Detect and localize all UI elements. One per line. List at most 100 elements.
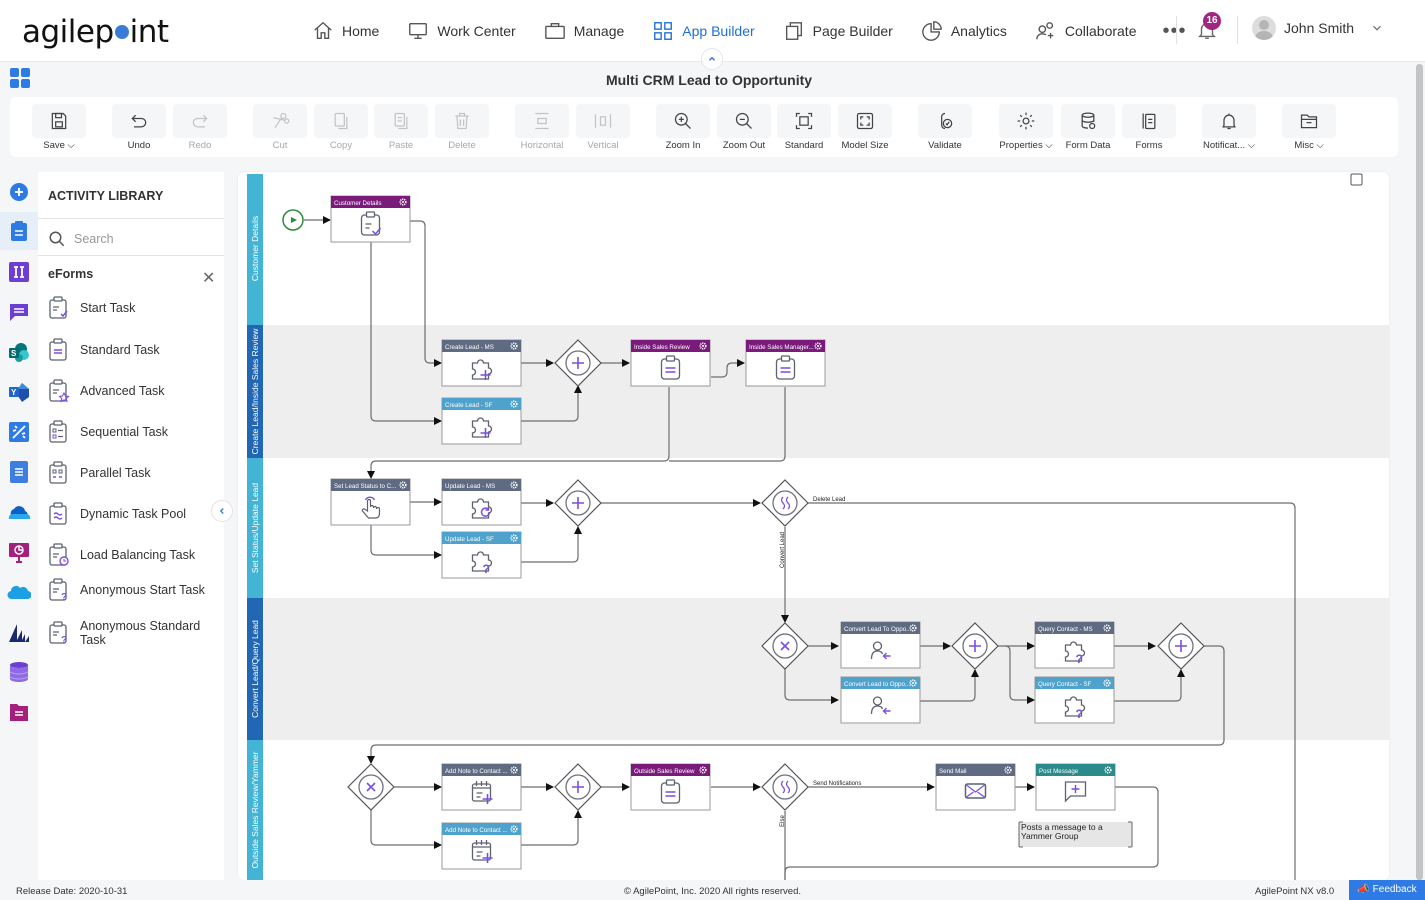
- activity-update-lead-ms[interactable]: Update Lead - MS: [441, 478, 522, 526]
- redo-button[interactable]: Redo: [172, 104, 228, 151]
- search-input[interactable]: Search: [74, 232, 114, 246]
- horizontal-button[interactable]: Horizontal: [514, 104, 570, 151]
- activity-add-note-sf[interactable]: Add Note to Contact ...: [441, 822, 522, 870]
- nav-app-builder[interactable]: App Builder: [652, 20, 755, 42]
- cut-button[interactable]: Cut: [252, 104, 308, 151]
- nav-collaborate[interactable]: Collaborate: [1035, 20, 1136, 42]
- rail-tools[interactable]: [7, 420, 31, 444]
- validate-button[interactable]: Validate: [917, 104, 973, 151]
- chevron-left-icon: [219, 508, 224, 514]
- forms-button[interactable]: Forms: [1121, 104, 1177, 151]
- rail-analytics[interactable]: [7, 540, 31, 564]
- vertical-button[interactable]: Vertical: [575, 104, 631, 151]
- close-category-icon[interactable]: ✕: [202, 268, 215, 288]
- rail-forms[interactable]: [7, 260, 31, 284]
- rail-yammer[interactable]: Y: [7, 380, 31, 404]
- rail-chat[interactable]: [7, 300, 31, 324]
- bell-icon: [1222, 113, 1236, 130]
- activity-set-lead-status[interactable]: Set Lead Status to C...: [330, 478, 411, 526]
- undo-button[interactable]: Undo: [111, 104, 167, 151]
- rail-add[interactable]: [7, 180, 31, 204]
- collapse-header-button[interactable]: [701, 48, 723, 70]
- home-icon: [314, 21, 332, 40]
- nav-page-builder[interactable]: Page Builder: [783, 20, 893, 42]
- model-size-button[interactable]: Model Size: [837, 104, 893, 151]
- misc-button[interactable]: Misc ⌵: [1281, 104, 1337, 151]
- activity-category-rail: S Y: [0, 170, 38, 880]
- activity-inside-sales-manager[interactable]: Inside Sales Manager...: [745, 339, 826, 387]
- library-item-load-balancing-task[interactable]: Load Balancing Task: [48, 543, 218, 567]
- properties-button[interactable]: Properties ⌵: [998, 104, 1054, 151]
- zoom-in-button[interactable]: Zoom In: [655, 104, 711, 151]
- activity-create-lead-sf[interactable]: Create Lead - SF: [441, 397, 522, 445]
- nav-work-center[interactable]: Work Center: [407, 20, 516, 42]
- activity-title: Update Lead - SF: [445, 536, 494, 543]
- agilepoint-logo[interactable]: agilep int: [22, 14, 169, 50]
- library-item-dynamic-task-pool[interactable]: Dynamic Task Pool: [48, 502, 218, 526]
- vertical-scrollbar[interactable]: [1416, 64, 1423, 880]
- activity-post-message[interactable]: Post Message: [1035, 763, 1116, 811]
- annotation[interactable]: Posts a message to aYammer Group: [1018, 821, 1133, 848]
- rail-documents[interactable]: [7, 700, 31, 724]
- select-all-checkbox[interactable]: [1350, 173, 1363, 186]
- form-data-button[interactable]: Form Data: [1060, 104, 1116, 151]
- rail-database[interactable]: [7, 660, 31, 684]
- process-canvas[interactable]: Customer Details Create Lead/Inside Sales…: [238, 172, 1389, 880]
- activity-query-contact-ms[interactable]: Query Contact - MS?: [1034, 621, 1115, 669]
- onedrive-cloud-icon: [8, 506, 31, 519]
- search-icon: [49, 231, 65, 247]
- activity-convert-lead-sf[interactable]: Convert Lead to Oppo...: [840, 676, 921, 724]
- model-size-label: Model Size: [841, 140, 889, 151]
- database-stack-icon: [9, 662, 29, 682]
- library-item-standard-task[interactable]: Standard Task: [48, 338, 218, 362]
- rail-salesforce[interactable]: [7, 580, 31, 604]
- main-nav: Home Work Center Manage App Builder Page…: [312, 0, 1187, 62]
- collapse-library-button[interactable]: [211, 500, 233, 522]
- user-menu[interactable]: John Smith: [1252, 16, 1384, 40]
- rail-sharepoint[interactable]: S: [7, 340, 31, 364]
- activity-inside-sales-review[interactable]: Inside Sales Review: [630, 339, 711, 387]
- rail-google-docs[interactable]: [7, 460, 31, 484]
- rail-onedrive[interactable]: [7, 500, 31, 524]
- nav-manage[interactable]: Manage: [544, 20, 624, 42]
- feedback-button[interactable]: 📣 Feedback: [1349, 880, 1425, 900]
- save-button[interactable]: Save ⌵: [31, 104, 87, 151]
- library-item-anonymous-standard-task[interactable]: ? Anonymous Standard Task: [48, 619, 218, 647]
- nav-analytics[interactable]: Analytics: [921, 20, 1007, 42]
- library-item-sequential-task[interactable]: Sequential Task: [48, 420, 218, 444]
- library-item-parallel-task[interactable]: Parallel Task: [48, 461, 218, 485]
- notifications-button[interactable]: Notificat... ⌵: [1201, 104, 1257, 151]
- cut-label: Cut: [272, 140, 288, 151]
- process-diagram[interactable]: Customer Details Create Lead/Inside Sales…: [238, 172, 1389, 880]
- copy-button[interactable]: Copy: [313, 104, 369, 151]
- activity-customer-details[interactable]: Customer Details: [330, 195, 411, 243]
- library-item-start-task[interactable]: Start Task: [48, 296, 218, 320]
- activity-query-contact-sf[interactable]: Query Contact - SF?: [1034, 676, 1115, 724]
- anonymous-start-task-icon: ?: [49, 578, 67, 602]
- rail-dynamics[interactable]: [7, 620, 31, 644]
- activity-outside-sales-review[interactable]: Outside Sales Review: [630, 763, 711, 811]
- paste-button[interactable]: Paste: [373, 104, 429, 151]
- activity-create-lead-ms[interactable]: Create Lead - MS: [441, 339, 522, 387]
- delete-label: Delete: [448, 140, 476, 151]
- connector-label: Convert Lead: [780, 532, 786, 568]
- standard-button[interactable]: Standard: [776, 104, 832, 151]
- activity-add-note-ms[interactable]: Add Note to Contact ...: [441, 763, 522, 811]
- library-item-advanced-task[interactable]: Advanced Task: [48, 379, 218, 403]
- library-item-anonymous-start-task[interactable]: ? Anonymous Start Task: [48, 578, 218, 602]
- activity-send-mail[interactable]: Send Mail: [935, 763, 1016, 811]
- library-search[interactable]: Search: [48, 230, 114, 248]
- activity-convert-lead-ms[interactable]: Convert Lead To Oppo...: [840, 621, 921, 669]
- activity-update-lead-sf[interactable]: Update Lead - SF?: [441, 531, 522, 579]
- more-menu-icon[interactable]: •••: [1162, 20, 1186, 43]
- connector-label: Delete Lead: [813, 497, 845, 503]
- pie-chart-icon: [922, 21, 942, 41]
- delete-button[interactable]: Delete: [434, 104, 490, 151]
- rail-eforms[interactable]: [0, 212, 38, 250]
- copy-label: Copy: [329, 140, 353, 151]
- swimlane: [263, 325, 1389, 458]
- activity-title: Update Lead - MS: [445, 483, 495, 490]
- nav-home[interactable]: Home: [312, 20, 379, 42]
- zoom-out-button[interactable]: Zoom Out: [716, 104, 772, 151]
- nav-app-builder-label: App Builder: [682, 23, 755, 39]
